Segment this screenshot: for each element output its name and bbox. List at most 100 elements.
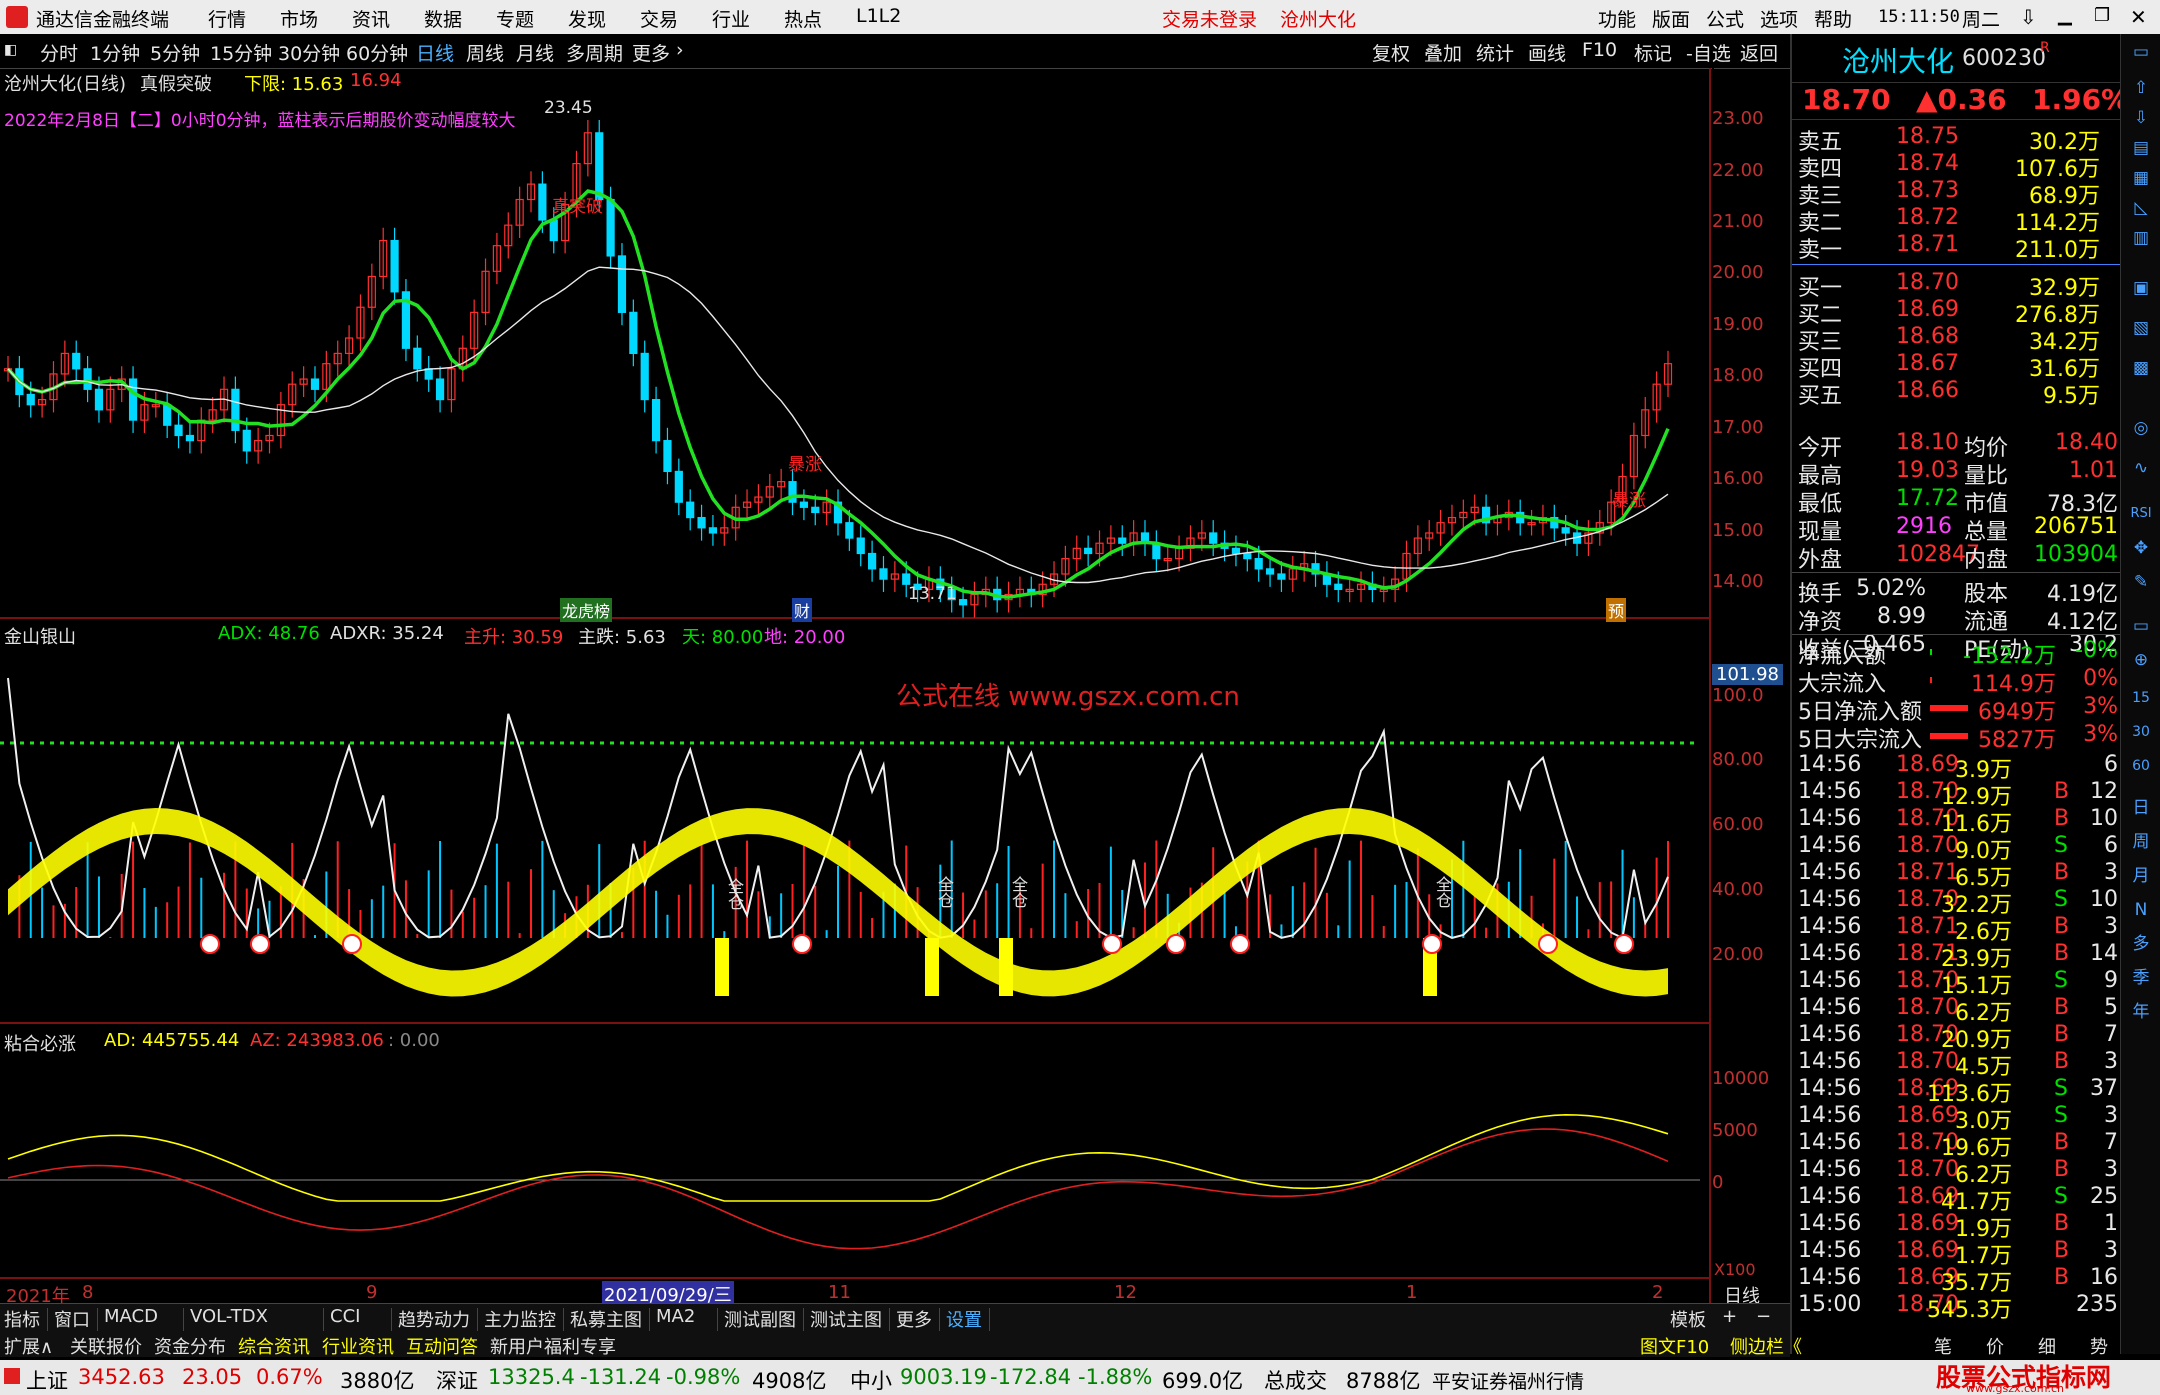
target-icon[interactable]: ⊕ [2127,646,2155,674]
pen-icon[interactable]: ✎ [2127,568,2155,596]
wave-icon[interactable]: ∿ [2127,454,2155,482]
tool-mark[interactable]: 标记 [1634,39,1672,66]
login-status[interactable]: 交易未登录 [1162,5,1257,32]
minimize-icon[interactable]: ▁ [2058,5,2072,26]
extension-tab[interactable]: 综合资讯 [238,1333,310,1359]
tool-back[interactable]: 返回 [1740,39,1778,66]
tool-adjust[interactable]: 复权 [1372,39,1410,66]
period-tab-30min[interactable]: 30分钟 [278,39,340,66]
period-quarter-button[interactable]: 季 [2127,964,2155,992]
tool-stats[interactable]: 统计 [1476,39,1514,66]
extension-tab[interactable]: 新用户福利专享 [490,1333,616,1359]
indicator-tab[interactable]: 趋势动力 [398,1306,470,1332]
event-forecast[interactable]: 预 [1606,598,1627,622]
extension-tab[interactable]: 扩展∧ [4,1333,53,1359]
sh-label[interactable]: 上证 [26,1365,68,1395]
indicator-tab[interactable]: MA2 [656,1306,695,1327]
indicator-tab[interactable]: VOL-TDX [190,1306,268,1327]
chart-icon[interactable]: ▤ [2127,134,2155,162]
period-n-button[interactable]: N [2127,896,2155,924]
period-tab-timeshare[interactable]: 分时 [40,39,78,66]
menu-item-layout[interactable]: 版面 [1652,5,1690,32]
chart-canvas[interactable] [0,68,1790,1313]
period-tab-60min[interactable]: 60分钟 [346,39,408,66]
period-tab-multi[interactable]: 多周期 [566,39,623,66]
collapse-icon[interactable]: ▭ [2127,38,2155,66]
menu-item-hot[interactable]: 热点 [784,5,822,32]
panel-mode-tab[interactable]: 价 [1986,1333,2004,1359]
tool-overlay[interactable]: 叠加 [1424,39,1462,66]
period-tab-1min[interactable]: 1分钟 [90,39,140,66]
extension-tab[interactable]: 行业资讯 [322,1333,394,1359]
tab-tool-button[interactable]: 模板 [1670,1306,1706,1332]
panel-mode-tab[interactable]: 细 [2038,1333,2056,1359]
line-chart-icon[interactable]: ◺ [2127,194,2155,222]
period-30-button[interactable]: 30 [2127,718,2155,746]
indicator-tab[interactable]: 窗口 [54,1306,90,1332]
menu-item-function[interactable]: 功能 [1598,5,1636,32]
tab-tool-button[interactable]: + [1722,1306,1737,1327]
tool-remove-watchlist[interactable]: -自选 [1686,39,1731,66]
arrow-down-icon[interactable]: ⇩ [2127,104,2155,132]
bar-chart-icon[interactable]: ▥ [2127,224,2155,252]
panel-mode-tab[interactable]: 侧边栏《 [1730,1333,1802,1359]
period-multi-button[interactable]: 多 [2127,930,2155,958]
period-tab-more[interactable]: 更多 [632,39,670,66]
maximize-icon[interactable]: ❐ [2094,5,2110,26]
period-tab-5min[interactable]: 5分钟 [150,39,200,66]
period-month-button[interactable]: 月 [2127,862,2155,890]
sz-label[interactable]: 深证 [436,1365,478,1395]
grid-icon[interactable]: ▦ [2127,164,2155,192]
zx-label[interactable]: 中小 [850,1365,892,1395]
menu-item-discover[interactable]: 发现 [568,5,606,32]
arrow-up-icon[interactable]: ⇧ [2127,74,2155,102]
extension-tab[interactable]: 关联报价 [70,1333,142,1359]
period-tab-15min[interactable]: 15分钟 [210,39,272,66]
restore-icon[interactable]: ⇩ [2020,5,2037,29]
indicator-tab[interactable]: 私募主图 [570,1306,642,1332]
f10-icon[interactable]: ▣ [2127,274,2155,302]
indicator-tab[interactable]: MACD [104,1306,158,1327]
tick-list[interactable]: 14:56 18.69 3.9万 6 14:56 18.70 12.9万 B 12 14:56 18… [1792,752,2122,1332]
indicator-tab[interactable]: 指标 [4,1306,40,1332]
indicator-tab[interactable]: 测试主图 [810,1306,882,1332]
move-icon[interactable]: ✥ [2127,534,2155,562]
tab-tool-button[interactable]: − [1756,1306,1771,1327]
menu-item-quotes[interactable]: 行情 [208,5,246,32]
indicator-tab[interactable]: 设置 [946,1306,982,1332]
cycle-icon[interactable]: ▭ [2127,612,2155,640]
menu-item-l1l2[interactable]: L1L2 [856,5,901,27]
indicator-tab[interactable]: 更多 [896,1306,932,1332]
menu-item-formula[interactable]: 公式 [1706,5,1744,32]
panel-mode-tab[interactable]: 势 [2090,1333,2108,1359]
tool-draw[interactable]: 画线 [1528,39,1566,66]
period-15-button[interactable]: 15 [2127,684,2155,712]
event-dragon-tiger[interactable]: 龙虎榜 [560,598,613,622]
menu-item-news[interactable]: 资讯 [352,5,390,32]
compass-icon[interactable]: ◎ [2127,414,2155,442]
doc-icon[interactable]: ▧ [2127,314,2155,342]
extension-tab[interactable]: 互动问答 [406,1333,478,1359]
panel-mode-tab[interactable]: 图文F10 [1640,1333,1709,1359]
menu-item-market[interactable]: 市场 [280,5,318,32]
chart-area[interactable]: 沧州大化(日线) 真假突破 下限: 15.63 16.94 2022年2月8日【… [0,68,1783,1313]
close-icon[interactable]: ✕ [2130,5,2147,29]
period-60-button[interactable]: 60 [2127,752,2155,780]
menu-item-industry[interactable]: 行业 [712,5,750,32]
indicator2-name[interactable]: 粘合必涨 [4,1030,76,1056]
chevron-right-icon[interactable]: › [676,39,684,61]
indicator1-name[interactable]: 金山银山 [4,623,76,649]
period-week-button[interactable]: 周 [2127,828,2155,856]
period-tab-daily[interactable]: 日线 [416,39,454,66]
indicator-tab[interactable]: 主力监控 [484,1306,556,1332]
period-tab-monthly[interactable]: 月线 [516,39,554,66]
tool-f10[interactable]: F10 [1582,39,1617,61]
fund-icon[interactable]: ▩ [2127,354,2155,382]
panel-toggle-icon[interactable]: ◧ [4,42,17,58]
menu-item-data[interactable]: 数据 [424,5,462,32]
period-tab-weekly[interactable]: 周线 [466,39,504,66]
menu-item-help[interactable]: 帮助 [1814,5,1852,32]
panel-mode-tab[interactable]: 笔 [1934,1333,1952,1359]
menu-item-topics[interactable]: 专题 [496,5,534,32]
extension-tab[interactable]: 资金分布 [154,1333,226,1359]
